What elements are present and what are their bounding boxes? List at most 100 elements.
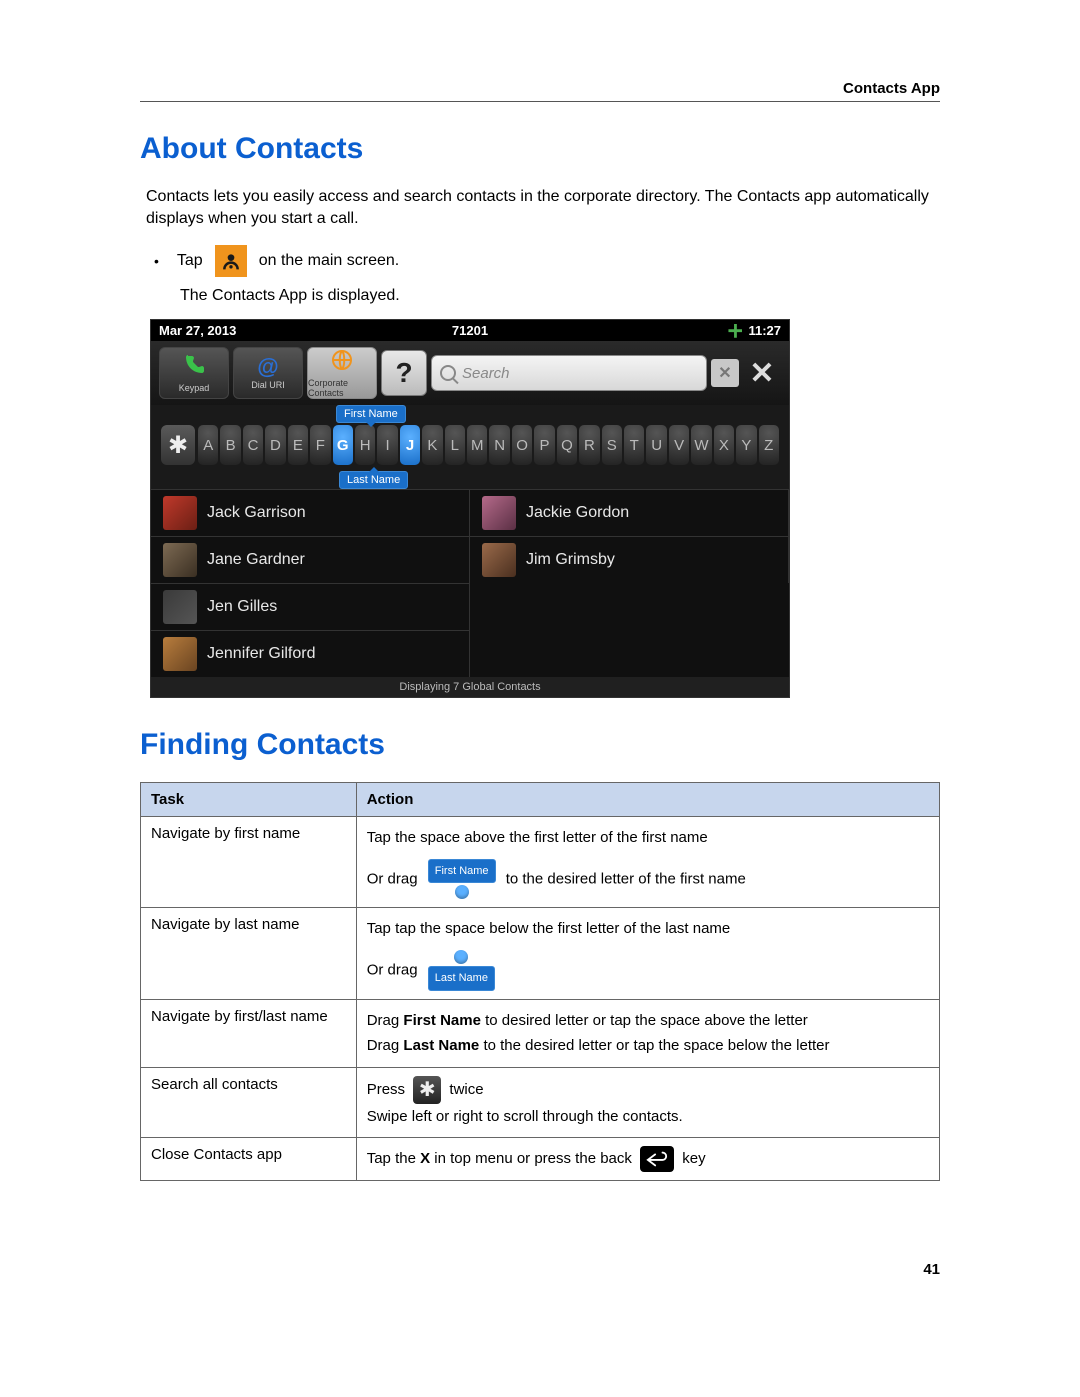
avatar: [163, 590, 197, 624]
letter-p[interactable]: P: [534, 425, 554, 465]
action-cell: Tap tap the space below the first letter…: [356, 908, 939, 999]
t: Drag: [367, 1012, 404, 1029]
phone-icon: [182, 353, 206, 381]
last-name-chip: Last Name: [428, 966, 495, 991]
letter-u[interactable]: U: [646, 425, 666, 465]
t: Last Name: [403, 1037, 479, 1054]
help-button[interactable]: ?: [381, 350, 427, 396]
contact-item[interactable]: Jennifer Gilford: [151, 630, 470, 677]
bullet-post-text: on the main screen.: [259, 252, 400, 270]
contact-item[interactable]: Jen Gilles: [151, 583, 470, 630]
contacts-list: Jack Garrison Jackie Gordon Jane Gardner Ji…: [151, 489, 789, 677]
tab-keypad-label: Keypad: [179, 383, 210, 393]
slider-dot-icon: [455, 885, 469, 899]
letter-a[interactable]: A: [198, 425, 218, 465]
t: to the desired letter or tap the space b…: [479, 1037, 829, 1054]
contact-name: Jane Gardner: [207, 551, 305, 569]
tab-keypad[interactable]: Keypad: [159, 347, 229, 399]
letter-w[interactable]: W: [691, 425, 711, 465]
contact-item[interactable]: Jackie Gordon: [470, 489, 789, 536]
back-key-icon: [640, 1146, 674, 1172]
table-row: Navigate by last name Tap tap the space …: [141, 908, 940, 999]
letter-j[interactable]: J: [400, 425, 420, 465]
slider-dot-icon: [454, 950, 468, 964]
letter-l[interactable]: L: [445, 425, 465, 465]
table-row: Navigate by first/last name Drag First N…: [141, 999, 940, 1067]
task-cell: Navigate by last name: [141, 908, 357, 999]
task-cell: Close Contacts app: [141, 1138, 357, 1181]
t: Swipe left or right to scroll through th…: [367, 1104, 929, 1130]
letter-k[interactable]: K: [422, 425, 442, 465]
first-name-tag[interactable]: First Name: [336, 405, 406, 423]
contacts-app-screenshot: Mar 27, 2013 71201 11:27 Keypad @ Dial U…: [150, 319, 790, 698]
intro-paragraph: Contacts lets you easily access and sear…: [146, 186, 940, 229]
table-row: Navigate by first name Tap the space abo…: [141, 817, 940, 908]
search-icon: [440, 365, 456, 381]
tab-corp-label: Corporate Contacts: [308, 378, 376, 398]
action-drag-label: Or drag: [367, 870, 418, 887]
letter-o[interactable]: O: [512, 425, 532, 465]
alpha-index: First Name ✱ ABCDEFGHIJKLMNOPQRSTUVWXYZ …: [151, 405, 789, 489]
t: key: [682, 1150, 705, 1167]
first-name-chip: First Name: [428, 859, 496, 884]
letter-m[interactable]: M: [467, 425, 487, 465]
tab-dial-uri[interactable]: @ Dial URI: [233, 347, 303, 399]
action-drag-label: Or drag: [367, 961, 418, 978]
globe-icon: [330, 348, 354, 376]
tab-corporate-contacts[interactable]: Corporate Contacts: [307, 347, 377, 399]
clear-search-button[interactable]: ✕: [711, 359, 739, 387]
star-button[interactable]: ✱: [161, 425, 195, 465]
contact-name: Jen Gilles: [207, 598, 277, 616]
avatar: [163, 543, 197, 577]
heading-about-contacts: About Contacts: [140, 132, 940, 166]
first-name-slider-icon: First Name: [428, 859, 496, 900]
task-cell: Search all contacts: [141, 1067, 357, 1138]
bullet-pre-text: Tap: [177, 252, 203, 270]
letter-z[interactable]: Z: [759, 425, 779, 465]
at-icon: @: [257, 356, 278, 378]
t: to desired letter or tap the space above…: [481, 1012, 808, 1029]
contacts-app-icon: [215, 245, 247, 277]
avatar: [482, 543, 516, 577]
letter-c[interactable]: C: [243, 425, 263, 465]
letter-f[interactable]: F: [310, 425, 330, 465]
search-placeholder: Search: [462, 365, 510, 382]
search-input[interactable]: Search: [431, 355, 707, 391]
letter-r[interactable]: R: [579, 425, 599, 465]
tab-dialuri-label: Dial URI: [251, 380, 285, 390]
close-button[interactable]: ✕: [743, 354, 781, 392]
letter-n[interactable]: N: [489, 425, 509, 465]
toolbar: Keypad @ Dial URI Corporate Contacts ? S…: [151, 341, 789, 405]
bullet-dot-icon: •: [154, 253, 159, 269]
contact-name: Jack Garrison: [207, 504, 306, 522]
t: Drag: [367, 1037, 404, 1054]
letter-y[interactable]: Y: [736, 425, 756, 465]
avatar: [163, 496, 197, 530]
action-post-text: to the desired letter of the first name: [506, 870, 746, 887]
tasks-table: Task Action Navigate by first name Tap t…: [140, 782, 940, 1181]
table-row: Close Contacts app Tap the X in top menu…: [141, 1138, 940, 1181]
letter-x[interactable]: X: [714, 425, 734, 465]
letter-s[interactable]: S: [602, 425, 622, 465]
action-cell: Tap the X in top menu or press the back …: [356, 1138, 939, 1181]
letter-i[interactable]: I: [377, 425, 397, 465]
network-icon: [728, 324, 742, 338]
contact-item[interactable]: Jack Garrison: [151, 489, 470, 536]
letter-q[interactable]: Q: [557, 425, 577, 465]
letter-t[interactable]: T: [624, 425, 644, 465]
t: X: [420, 1150, 430, 1167]
contact-name: Jennifer Gilford: [207, 645, 316, 663]
contact-item[interactable]: Jim Grimsby: [470, 536, 789, 583]
letter-g[interactable]: G: [333, 425, 353, 465]
contact-item[interactable]: Jane Gardner: [151, 536, 470, 583]
letter-d[interactable]: D: [265, 425, 285, 465]
col-task: Task: [141, 783, 357, 817]
last-name-tag[interactable]: Last Name: [339, 471, 408, 489]
table-row: Search all contacts Press ✱ twice Swipe …: [141, 1067, 940, 1138]
action-text: Tap the space above the first letter of …: [367, 825, 929, 851]
letter-e[interactable]: E: [288, 425, 308, 465]
t: in top menu or press the back: [430, 1150, 632, 1167]
letter-b[interactable]: B: [220, 425, 240, 465]
action-cell: Press ✱ twice Swipe left or right to scr…: [356, 1067, 939, 1138]
letter-v[interactable]: V: [669, 425, 689, 465]
